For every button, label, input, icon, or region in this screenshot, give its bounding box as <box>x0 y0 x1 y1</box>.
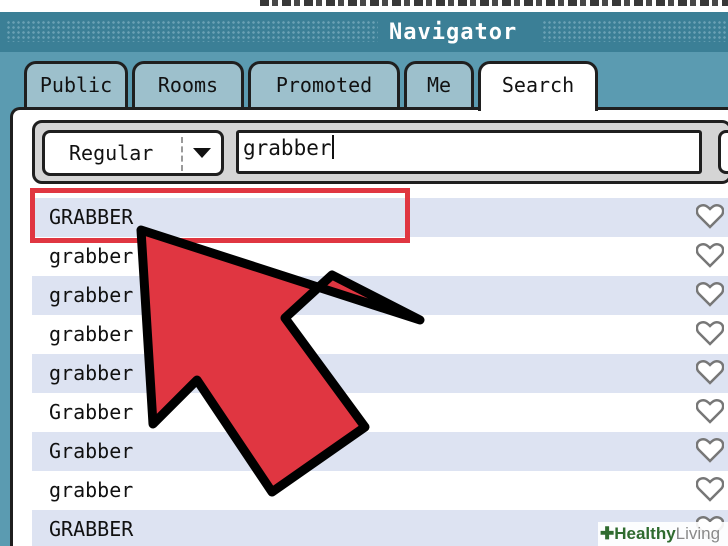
watermark-brand-second: Living <box>675 524 721 543</box>
watermark-brand-first: Healthy <box>614 524 676 543</box>
navigator-window: Navigator Public Rooms Promoted Me Searc… <box>0 0 728 546</box>
arrow-pointer-icon <box>136 225 425 497</box>
watermark: ✚HealthyLiving <box>598 522 728 546</box>
arrow-pointer-shape <box>136 225 425 497</box>
health-cross-icon: ✚ <box>600 524 615 543</box>
